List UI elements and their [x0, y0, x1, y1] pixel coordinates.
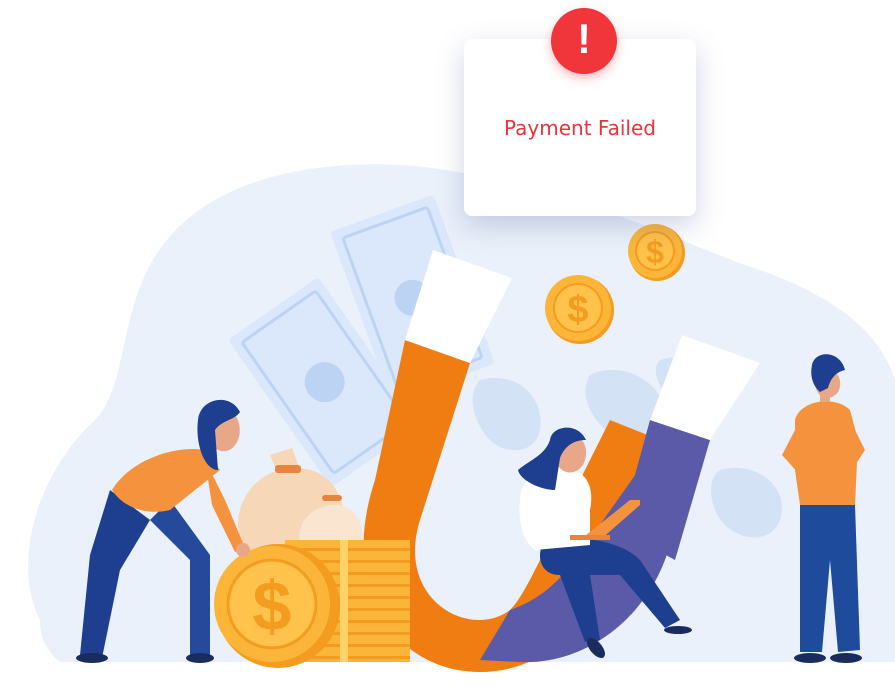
illustration: $ $ $ [28, 164, 895, 673]
background-blob [28, 164, 895, 662]
exclamation-icon: ! [551, 8, 617, 74]
svg-text:$: $ [253, 567, 292, 645]
dialog-title: Payment Failed [504, 116, 656, 140]
svg-text:$: $ [646, 234, 664, 270]
svg-text:$: $ [567, 289, 588, 331]
